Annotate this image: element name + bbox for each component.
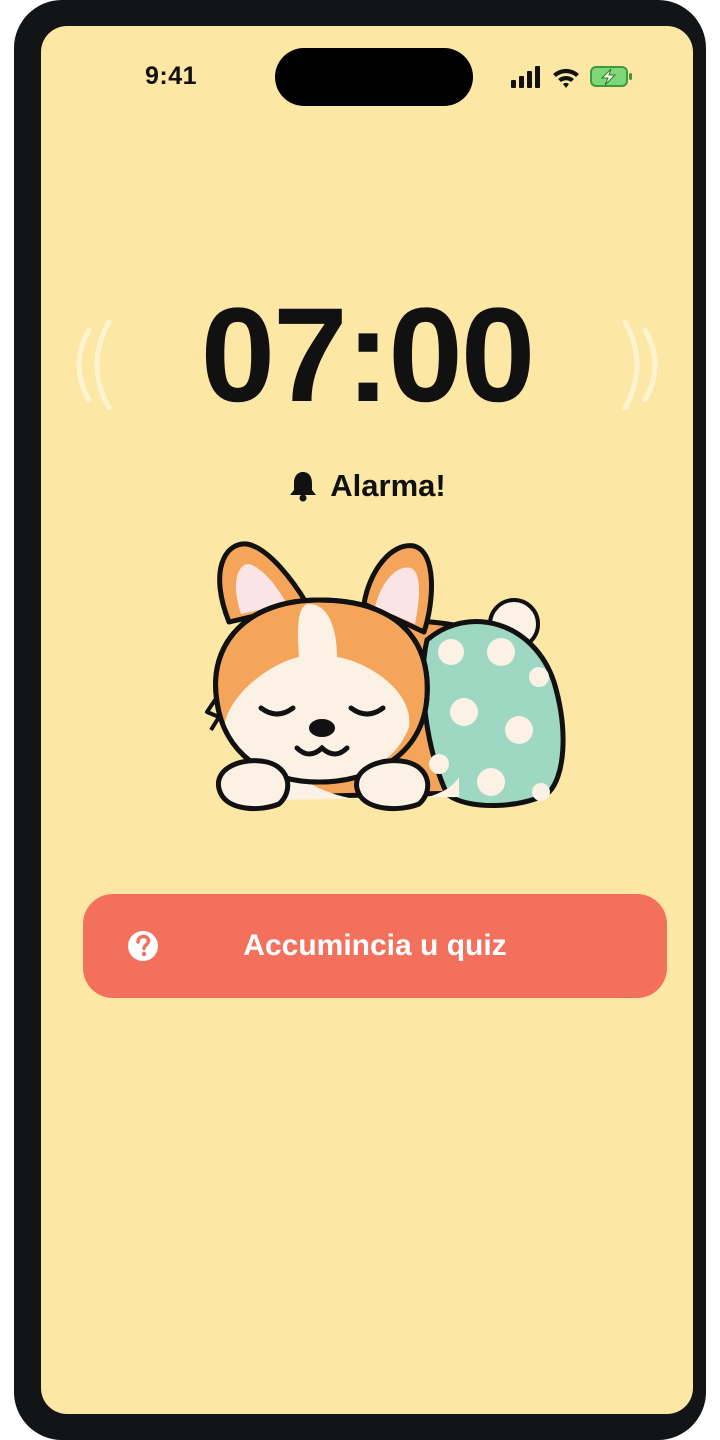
start-quiz-label: Accumincia u quiz bbox=[243, 929, 507, 962]
signal-icon bbox=[511, 66, 540, 88]
alarm-clock-display: 07:00 bbox=[41, 286, 693, 436]
status-time: 9:41 bbox=[145, 62, 198, 90]
start-quiz-button[interactable]: Accumincia u quiz bbox=[83, 894, 667, 998]
status-icons bbox=[511, 66, 632, 88]
bell-icon bbox=[290, 472, 317, 502]
sleeping-corgi-illustration bbox=[205, 541, 566, 812]
dynamic-island bbox=[275, 48, 473, 106]
sound-wave-right-icon bbox=[622, 320, 658, 410]
alarm-time: 07:00 bbox=[200, 281, 536, 430]
wifi-icon bbox=[553, 68, 579, 88]
battery-charging-icon bbox=[590, 66, 632, 87]
alarm-label: Alarma! bbox=[330, 468, 446, 503]
alarm-label-row: Alarma! bbox=[41, 466, 693, 506]
alarm-screen: 9:41 07:00 Alarma! Accumincia u quiz bbox=[41, 26, 693, 1414]
phone-frame: 9:41 07:00 Alarma! Accumincia u quiz bbox=[14, 0, 706, 1440]
